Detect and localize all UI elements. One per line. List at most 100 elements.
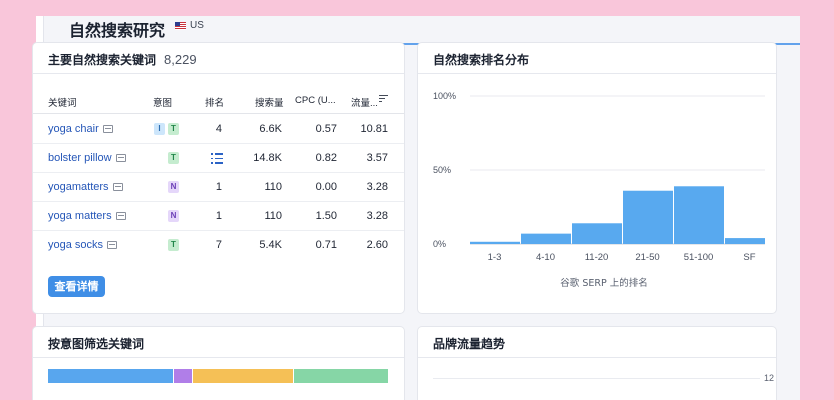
keyword-text: yoga socks — [48, 239, 104, 251]
brand-traffic-trend-card: 品牌流量趋势 12 — [417, 326, 777, 400]
keyword-text: yogamatters — [48, 181, 109, 193]
keyword-link[interactable]: bolster pillow — [48, 152, 126, 164]
gridline — [433, 378, 760, 379]
us-flag-icon — [175, 21, 186, 30]
keyword-link[interactable]: yoga chair — [48, 123, 113, 135]
traffic-cell[interactable]: 3.28 — [367, 210, 388, 222]
col-intent[interactable]: 意图 — [153, 95, 172, 109]
page-header: 自然搜索研究 US — [44, 16, 800, 45]
serp-snapshot-icon[interactable] — [115, 154, 126, 162]
cpc-cell: 0.82 — [315, 152, 337, 164]
position-distribution-card: 自然搜索排名分布 100% 50% 0% 1-3 4-10 11-20 21-50 51-10… — [417, 42, 777, 314]
col-cpc[interactable]: CPC (U... — [295, 95, 336, 106]
card-title: 自然搜索排名分布 — [433, 51, 529, 68]
intent-card-title: 按意图筛选关键词 — [48, 337, 145, 351]
x-tick-label: 51-100 — [684, 252, 714, 263]
col-position[interactable]: 排名 — [205, 95, 224, 109]
cpc-cell: 1.50 — [315, 210, 337, 222]
card-divider — [33, 357, 404, 358]
traffic-cell[interactable]: 3.28 — [367, 181, 388, 193]
position-cell: 1 — [215, 210, 222, 222]
distribution-bar[interactable] — [521, 233, 571, 244]
volume-cell: 14.8K — [253, 152, 282, 164]
intent-segment[interactable] — [173, 369, 193, 383]
serp-snapshot-icon[interactable] — [112, 183, 123, 191]
table-row: yogamatters N 1 110 0.00 3.28 — [33, 173, 404, 202]
position-cell: 4 — [215, 123, 222, 135]
cpc-cell: 0.00 — [315, 181, 337, 193]
card-divider — [33, 73, 404, 74]
distribution-bar[interactable] — [572, 223, 622, 244]
intent-badges: N — [168, 181, 179, 193]
view-details-button[interactable]: 查看详情 — [48, 276, 105, 297]
table-row: yoga chair I T 4 6.6K 0.57 10.81 — [33, 115, 404, 144]
card-title: 品牌流量趋势 — [433, 335, 505, 352]
sort-icon[interactable] — [379, 95, 388, 103]
keyword-link[interactable]: yogamatters — [48, 181, 123, 193]
distribution-bar[interactable] — [623, 190, 673, 244]
card-title: 主要自然搜索关键词 8,229 — [48, 51, 197, 68]
page-title: 自然搜索研究 — [69, 21, 166, 40]
intent-badge: N — [168, 210, 179, 222]
intent-badge: T — [168, 152, 179, 164]
intent-badge: I — [154, 123, 165, 135]
position-cell: 1 — [215, 181, 222, 193]
intent-badge: T — [168, 123, 179, 135]
distribution-bar[interactable] — [470, 241, 520, 244]
position-cell: 7 — [215, 239, 222, 251]
database-label: US — [190, 20, 204, 31]
traffic-cell[interactable]: 2.60 — [367, 239, 388, 251]
y-tick-label: 100% — [433, 91, 456, 101]
table-row: bolster pillow T 14.8K 0.82 3.57 — [33, 144, 404, 173]
card-title: 按意图筛选关键词 — [48, 335, 144, 352]
serp-snapshot-icon[interactable] — [107, 241, 118, 249]
table-row: yoga socks T 7 5.4K 0.71 2.60 — [33, 231, 404, 260]
distribution-bar[interactable] — [725, 238, 765, 244]
y-tick-label: 0% — [433, 239, 446, 249]
col-keyword[interactable]: 关键词 — [48, 95, 77, 109]
intent-segment[interactable] — [193, 369, 293, 383]
volume-cell: 5.4K — [259, 239, 282, 251]
keyword-link[interactable]: yoga matters — [48, 210, 126, 222]
intent-badge: T — [168, 239, 179, 251]
x-axis-title: 谷歌 SERP 上的排名 — [560, 277, 647, 289]
x-tick-label: 21-50 — [635, 252, 659, 263]
table-header: 关键词 意图 排名 搜索量 CPC (U... 流量... — [33, 92, 404, 114]
table-row: yoga matters N 1 110 1.50 3.28 — [33, 202, 404, 231]
cpc-cell: 0.71 — [315, 239, 337, 251]
keywords-count[interactable]: 8,229 — [164, 52, 197, 67]
database-selector[interactable]: US — [175, 20, 204, 31]
keywords-by-intent-card: 按意图筛选关键词 — [32, 326, 405, 400]
intent-badge: N — [168, 181, 179, 193]
volume-cell: 110 — [264, 210, 282, 222]
traffic-cell[interactable]: 10.81 — [360, 123, 388, 135]
traffic-cell[interactable]: 3.57 — [367, 152, 388, 164]
card-divider — [418, 357, 776, 358]
y-axis-label: 12 — [763, 373, 774, 383]
x-tick-label: 4-10 — [536, 252, 555, 263]
intent-segment[interactable] — [293, 369, 388, 383]
keyword-text: yoga chair — [48, 123, 99, 135]
intent-badges: T — [168, 239, 179, 251]
intent-distribution-bar — [48, 369, 389, 383]
brand-card-title: 品牌流量趋势 — [433, 337, 506, 351]
col-volume[interactable]: 搜索量 — [255, 95, 284, 109]
keywords-card-title: 主要自然搜索关键词 — [48, 53, 157, 67]
top-keywords-card: 主要自然搜索关键词 8,229 关键词 意图 排名 搜索量 CPC (U... … — [32, 42, 405, 314]
position-distribution-chart: 100% 50% 0% 1-3 4-10 11-20 21-50 51-100 SF 谷歌 SER… — [433, 91, 765, 289]
intent-segment[interactable] — [48, 369, 173, 383]
keyword-link[interactable]: yoga socks — [48, 239, 118, 251]
serp-snapshot-icon[interactable] — [102, 125, 113, 133]
x-tick-label: SF — [743, 252, 755, 263]
intent-badges: IT — [154, 123, 179, 135]
distribution-bar[interactable] — [674, 186, 724, 244]
col-traffic[interactable]: 流量... — [351, 95, 378, 109]
serp-snapshot-icon[interactable] — [115, 212, 126, 220]
volume-cell: 6.6K — [259, 123, 282, 135]
intent-badges: N — [168, 210, 179, 222]
x-tick-label: 11-20 — [585, 252, 609, 263]
y-tick-label: 50% — [433, 165, 451, 175]
serp-feature-list-icon — [211, 153, 223, 164]
keyword-text: yoga matters — [48, 210, 112, 222]
volume-cell: 110 — [264, 181, 282, 193]
